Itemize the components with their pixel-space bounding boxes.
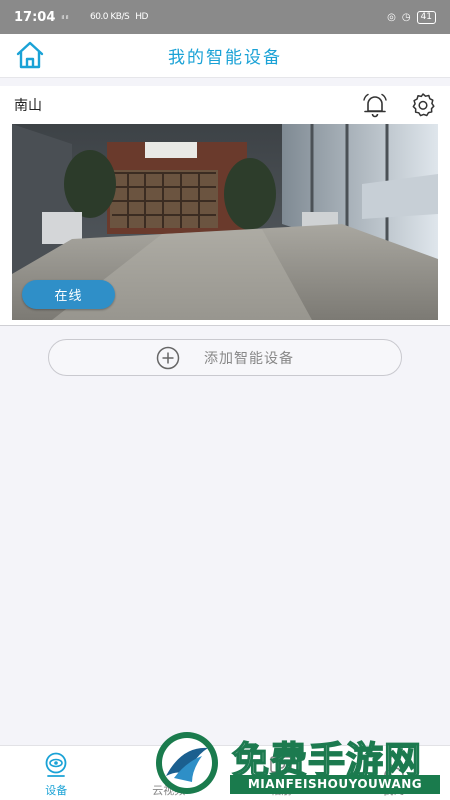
signal-icon: ᵢₗ ᵢₗ (61, 12, 68, 22)
online-status-badge[interactable]: 在线 (22, 280, 115, 309)
add-device-label: 添加智能设备 (204, 350, 294, 367)
watermark-logo-icon (156, 732, 218, 794)
site-watermark: 免费手游网 MIANFEISHOUYOUWANG (152, 726, 442, 800)
home-icon[interactable] (14, 39, 46, 71)
clock-icon: ◷ (401, 11, 411, 23)
app-header: 我的智能设备 (0, 34, 450, 78)
page-title: 我的智能设备 (168, 48, 282, 68)
bell-icon[interactable] (362, 92, 388, 118)
tab-devices[interactable]: 设备 (0, 746, 113, 800)
plus-circle-icon (156, 346, 180, 369)
camera-eye-icon (45, 752, 67, 777)
device-card[interactable]: 南山 在线 (0, 86, 450, 326)
device-name: 南山 (14, 98, 42, 114)
add-device-button[interactable]: 添加智能设备 (48, 339, 402, 376)
status-bar: 17:04 ᵢₗ ᵢₗ 60.0 KB/S HD ◎ ◷ 41 (0, 0, 450, 34)
status-time: 17:04 (14, 9, 56, 25)
net-speed: 60.0 KB/S (89, 12, 130, 22)
alarm-icon: ◎ (387, 11, 396, 23)
network-badge: HD (135, 12, 148, 22)
gear-icon[interactable] (410, 92, 436, 118)
battery-indicator: 41 (416, 10, 436, 24)
watermark-subtitle: MIANFEISHOUYOUWANG (230, 775, 440, 794)
tab-devices-label: 设备 (45, 784, 68, 797)
camera-preview[interactable]: 在线 (12, 124, 438, 320)
